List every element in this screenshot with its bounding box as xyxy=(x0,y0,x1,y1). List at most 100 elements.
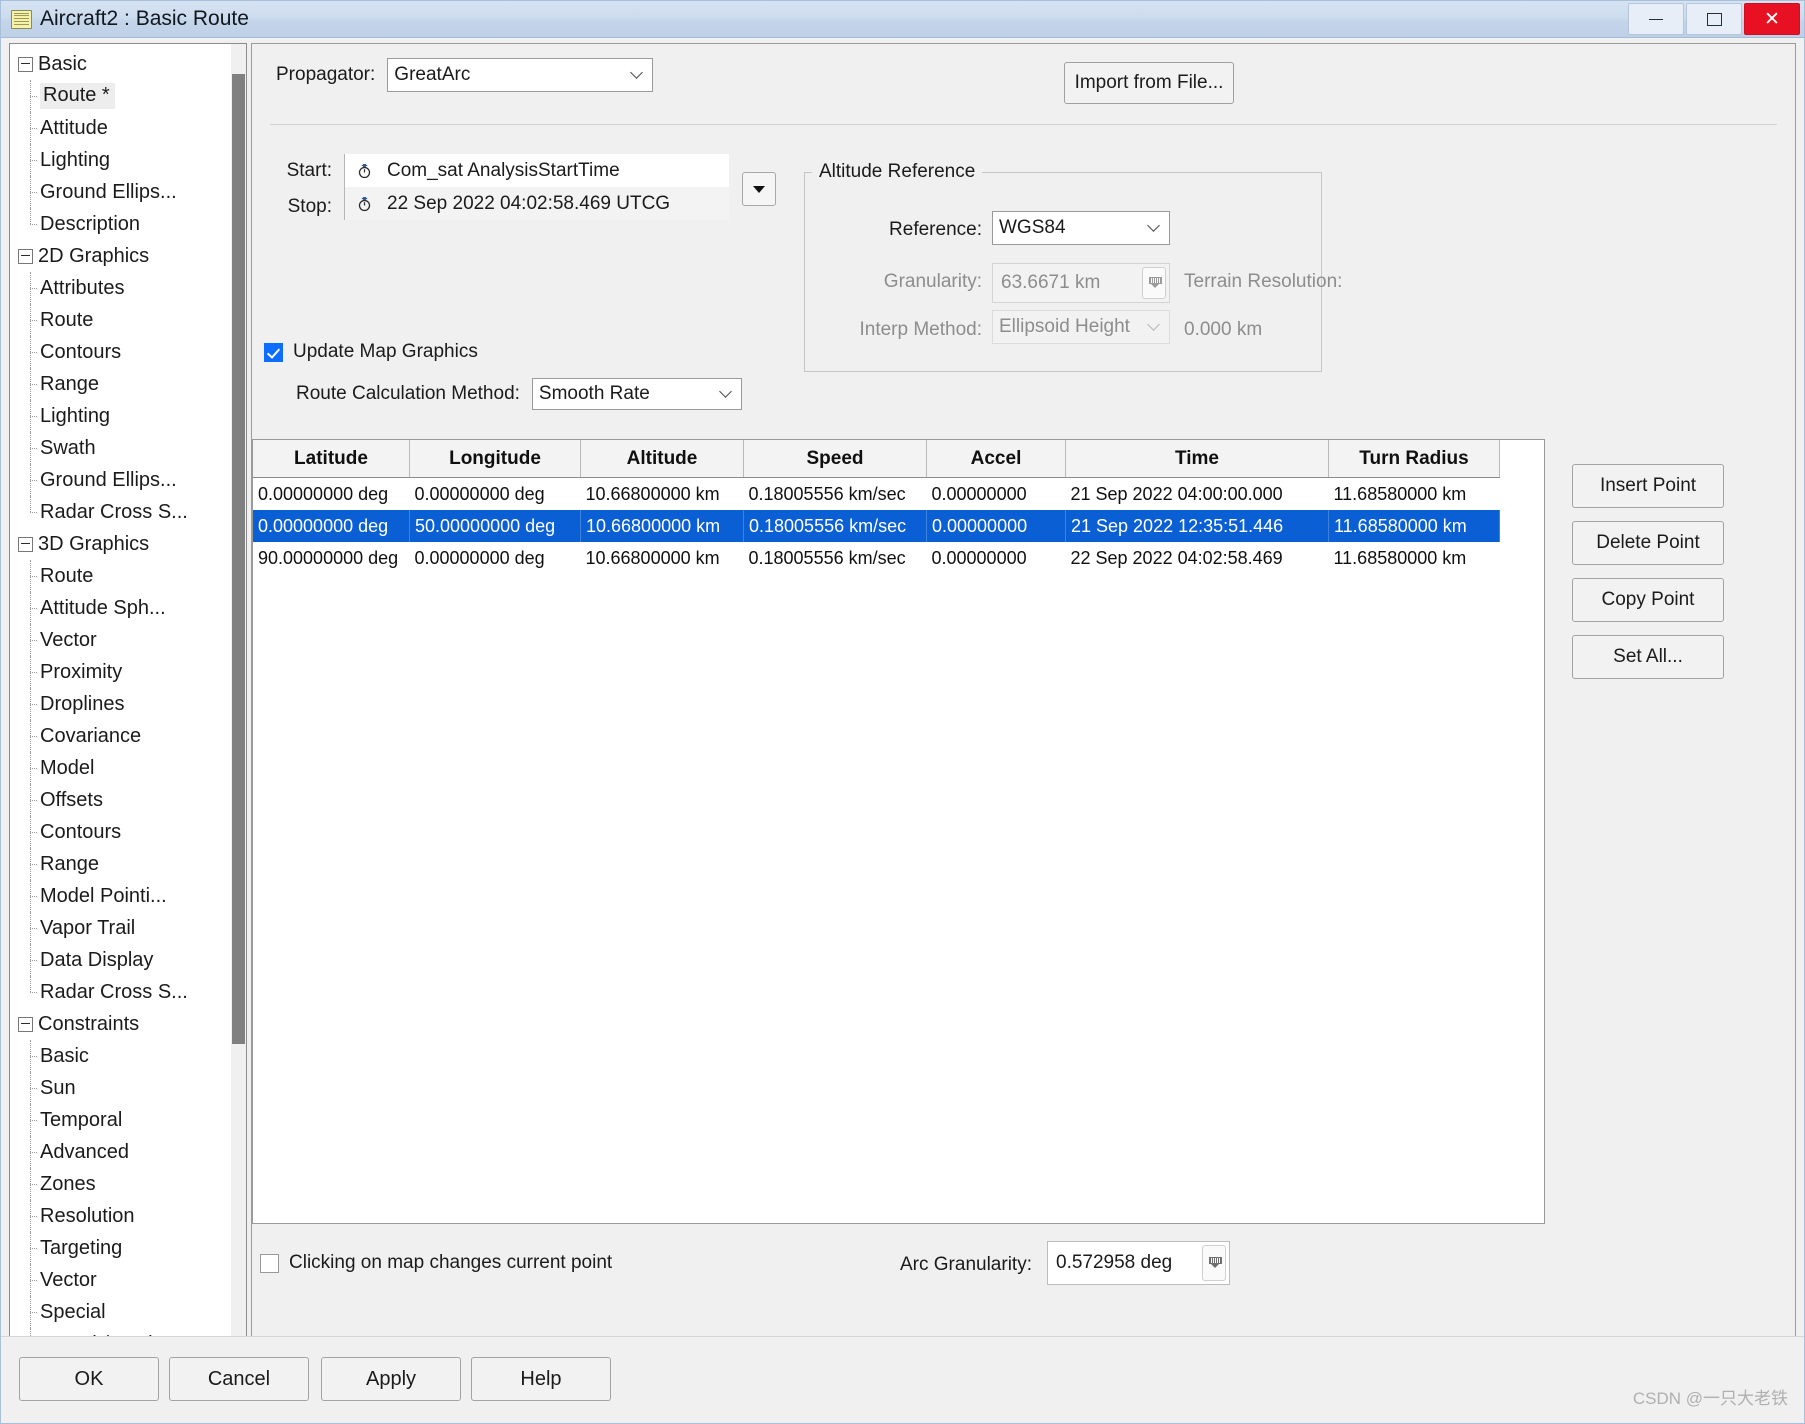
table-cell[interactable]: 21 Sep 2022 12:35:51.446 xyxy=(1065,510,1329,542)
collapse-expander-icon[interactable] xyxy=(18,248,33,264)
table-cell[interactable]: 0.18005556 km/sec xyxy=(743,510,927,542)
table-cell[interactable]: 11.68580000 km xyxy=(1328,542,1500,574)
tree-group-constraints[interactable]: Constraints xyxy=(10,1008,231,1040)
tree-item-model-pointi[interactable]: Model Pointi... xyxy=(10,880,231,912)
import-from-file-button[interactable]: Import from File... xyxy=(1064,62,1234,104)
tree-item-vapor-trail[interactable]: Vapor Trail xyxy=(10,912,231,944)
ok-button[interactable]: OK xyxy=(19,1357,159,1401)
route-points-table[interactable]: Latitude Longitude Altitude Speed Accel Time T… xyxy=(252,439,1545,1224)
table-row[interactable]: 90.00000000 deg 0.00000000 deg 10.66800000… xyxy=(253,542,1500,574)
table-row[interactable]: 0.00000000 deg 0.00000000 deg 10.66800000 … xyxy=(253,477,1500,510)
tree-item-zones[interactable]: Zones xyxy=(10,1168,231,1200)
tree-group-2d-graphics[interactable]: 2D Graphics xyxy=(10,240,231,272)
table-cell[interactable]: 22 Sep 2022 04:02:58.469 xyxy=(1065,542,1329,574)
table-cell[interactable]: 0.00000000 deg xyxy=(253,510,410,542)
tree-item-sun[interactable]: Sun xyxy=(10,1072,231,1104)
table-cell[interactable]: 90.00000000 deg xyxy=(253,542,410,574)
start-time-field[interactable]: Com_sat AnalysisStartTime xyxy=(345,154,729,187)
table-cell[interactable]: 0.00000000 deg xyxy=(253,477,410,510)
column-header-turn-radius[interactable]: Turn Radius xyxy=(1328,440,1500,478)
table-cell[interactable]: 21 Sep 2022 04:00:00.000 xyxy=(1065,477,1329,510)
table-cell[interactable]: 0.00000000 deg xyxy=(409,542,581,574)
tree-item-range[interactable]: Range xyxy=(10,848,231,880)
propagator-select[interactable]: GreatArc xyxy=(387,58,654,92)
copy-point-button[interactable]: Copy Point xyxy=(1572,578,1724,622)
maximize-button[interactable] xyxy=(1686,3,1742,35)
tree-item-targeting[interactable]: Targeting xyxy=(10,1232,231,1264)
tree-item-route[interactable]: Route xyxy=(10,304,231,336)
tree-group-3d-graphics[interactable]: 3D Graphics xyxy=(10,528,231,560)
tree-item-data-display[interactable]: Data Display xyxy=(10,944,231,976)
column-header-time[interactable]: Time xyxy=(1065,440,1329,478)
update-map-graphics-row[interactable]: Update Map Graphics xyxy=(264,341,478,363)
tree-item-route[interactable]: Route xyxy=(10,560,231,592)
help-button[interactable]: Help xyxy=(471,1357,611,1401)
tree-item-description[interactable]: Description xyxy=(10,208,231,240)
tree-item-covariance[interactable]: Covariance xyxy=(10,720,231,752)
tree-item-lighting[interactable]: Lighting xyxy=(10,400,231,432)
sidebar-scrollbar[interactable] xyxy=(231,43,247,1363)
tree-item-attributes[interactable]: Attributes xyxy=(10,272,231,304)
tree-item-ground-ellips[interactable]: Ground Ellips... xyxy=(10,176,231,208)
tree-item-attitude-sph[interactable]: Attitude Sph... xyxy=(10,592,231,624)
table-cell[interactable]: 0.00000000 xyxy=(926,542,1066,574)
column-header-altitude[interactable]: Altitude xyxy=(580,440,744,478)
delete-point-button[interactable]: Delete Point xyxy=(1572,521,1724,565)
table-cell[interactable]: 10.66800000 km xyxy=(580,510,744,542)
collapse-expander-icon[interactable] xyxy=(18,56,33,72)
collapse-expander-icon[interactable] xyxy=(18,1016,33,1032)
tree-item-special[interactable]: Special xyxy=(10,1296,231,1328)
time-options-dropdown-button[interactable] xyxy=(742,172,776,206)
tree-item-ground-ellips[interactable]: Ground Ellips... xyxy=(10,464,231,496)
table-cell[interactable]: 50.00000000 deg xyxy=(409,510,581,542)
column-header-accel[interactable]: Accel xyxy=(926,440,1066,478)
cancel-button[interactable]: Cancel xyxy=(169,1357,309,1401)
table-cell[interactable]: 11.68580000 km xyxy=(1328,477,1500,510)
table-cell[interactable]: 11.68580000 km xyxy=(1328,510,1500,542)
table-cell[interactable]: 10.66800000 km xyxy=(580,542,744,574)
tree-item-range[interactable]: Range xyxy=(10,368,231,400)
tree-item-contours[interactable]: Contours xyxy=(10,336,231,368)
tree-item-droplines[interactable]: Droplines xyxy=(10,688,231,720)
table-cell[interactable]: 0.18005556 km/sec xyxy=(743,542,927,574)
table-cell[interactable]: 0.00000000 xyxy=(926,510,1066,542)
tree-item-model[interactable]: Model xyxy=(10,752,231,784)
minimize-button[interactable] xyxy=(1628,3,1684,35)
sidebar-scrollbar-thumb[interactable] xyxy=(232,74,245,1044)
reference-select[interactable]: WGS84 xyxy=(992,211,1170,245)
tree-item-proximity[interactable]: Proximity xyxy=(10,656,231,688)
table-cell[interactable]: 0.00000000 xyxy=(926,477,1066,510)
apply-button[interactable]: Apply xyxy=(321,1357,461,1401)
tree-group-basic[interactable]: Basic xyxy=(10,48,231,80)
insert-point-button[interactable]: Insert Point xyxy=(1572,464,1724,508)
update-map-graphics-checkbox[interactable] xyxy=(264,342,283,362)
column-header-longitude[interactable]: Longitude xyxy=(409,440,581,478)
table-row[interactable]: 0.00000000 deg 50.00000000 deg 10.66800000… xyxy=(253,510,1500,542)
clicking-map-checkbox[interactable] xyxy=(260,1253,279,1273)
column-header-latitude[interactable]: Latitude xyxy=(253,440,410,478)
tree-item-contours[interactable]: Contours xyxy=(10,816,231,848)
route-calculation-method-select[interactable]: Smooth Rate xyxy=(531,378,742,410)
table-cell[interactable]: 10.66800000 km xyxy=(580,477,744,510)
tree-item-vector[interactable]: Vector xyxy=(10,1264,231,1296)
tree-item-vector[interactable]: Vector xyxy=(10,624,231,656)
set-all-button[interactable]: Set All... xyxy=(1572,635,1724,679)
tree-item-offsets[interactable]: Offsets xyxy=(10,784,231,816)
tree-item-resolution[interactable]: Resolution xyxy=(10,1200,231,1232)
tree-item-attitude[interactable]: Attitude xyxy=(10,112,231,144)
tree-item-radar-cross-s[interactable]: Radar Cross S... xyxy=(10,496,231,528)
arc-granularity-field[interactable]: 0.572958 deg xyxy=(1047,1241,1230,1285)
collapse-expander-icon[interactable] xyxy=(18,536,33,552)
clicking-map-row[interactable]: Clicking on map changes current point xyxy=(260,1252,612,1274)
arc-granularity-unit-stepper[interactable] xyxy=(1202,1245,1226,1281)
tree-item-basic[interactable]: Basic xyxy=(10,1040,231,1072)
stop-time-field[interactable]: 22 Sep 2022 04:02:58.469 UTCG xyxy=(345,187,729,220)
column-header-speed[interactable]: Speed xyxy=(743,440,927,478)
table-cell[interactable]: 0.00000000 deg xyxy=(409,477,581,510)
table-cell[interactable]: 0.18005556 km/sec xyxy=(743,477,927,510)
tree-item-lighting[interactable]: Lighting xyxy=(10,144,231,176)
tree-item-radar-cross-s[interactable]: Radar Cross S... xyxy=(10,976,231,1008)
tree-item-temporal[interactable]: Temporal xyxy=(10,1104,231,1136)
tree-item-swath[interactable]: Swath xyxy=(10,432,231,464)
tree-item-route[interactable]: Route * xyxy=(10,80,231,112)
